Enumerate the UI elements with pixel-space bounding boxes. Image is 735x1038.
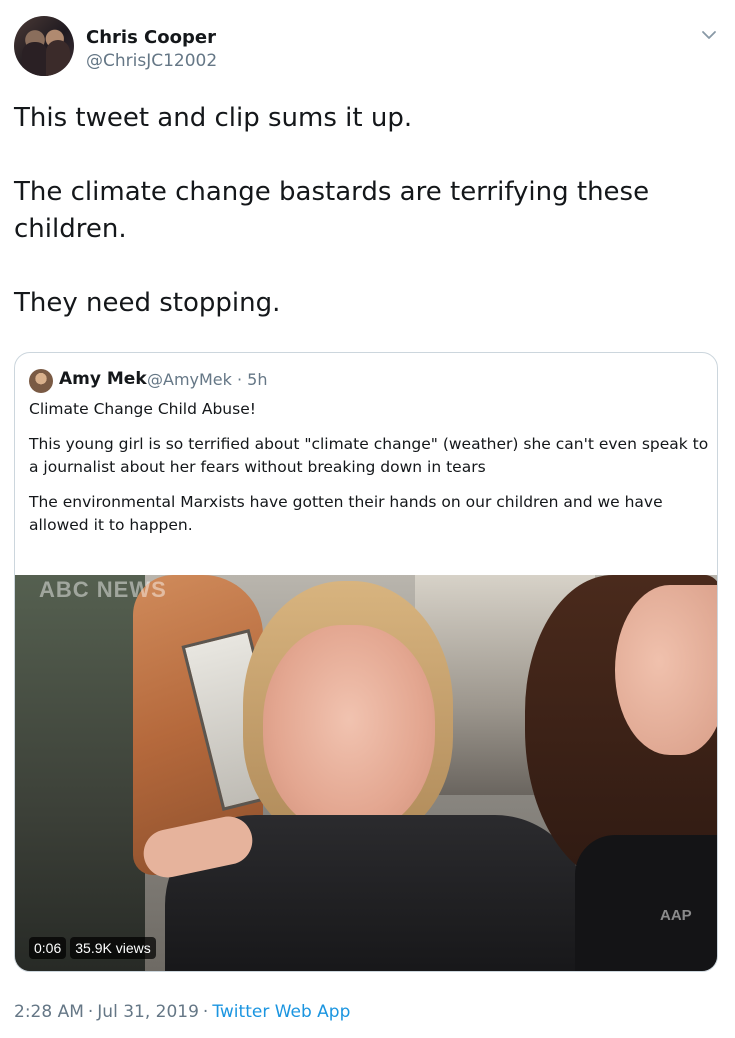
quoted-tweet-text: Climate Change Child Abuse! This young g… <box>29 398 709 537</box>
chevron-down-icon[interactable] <box>698 24 720 46</box>
avatar-figure <box>46 40 70 76</box>
quoted-tweet[interactable]: Amy Mek @AmyMek · 5h Climate Change Chil… <box>14 352 718 972</box>
avatar-figure <box>22 42 48 76</box>
quoted-text-paragraph: The environmental Marxists have gotten t… <box>29 493 663 534</box>
video-player[interactable]: ABC NEWS AAP 0:06 35.9K views <box>15 575 717 971</box>
author-handle[interactable]: @ChrisJC12002 <box>86 51 217 71</box>
video-duration-badge: 0:06 <box>29 937 67 959</box>
video-second-person-top <box>575 835 717 971</box>
video-badges: 0:06 35.9K views <box>29 937 156 959</box>
tweet-date[interactable]: Jul 31, 2019 <box>97 1002 199 1022</box>
video-subject-face <box>263 625 435 835</box>
tweet-card: Chris Cooper @ChrisJC12002 This tweet an… <box>0 0 735 1038</box>
tweet-source-link[interactable]: Twitter Web App <box>212 1002 350 1022</box>
tweet-text: This tweet and clip sums it up. The clim… <box>14 100 714 322</box>
tweet-time[interactable]: 2:28 AM <box>14 1002 84 1022</box>
tweet-text-paragraph: This tweet and clip sums it up. <box>14 103 413 133</box>
author-name[interactable]: Chris Cooper <box>86 27 216 48</box>
quoted-author-avatar[interactable] <box>29 369 53 393</box>
meta-separator: · <box>202 1002 209 1022</box>
author-avatar[interactable] <box>14 16 74 76</box>
video-second-person-face <box>615 585 717 755</box>
video-views-badge: 35.9K views <box>70 937 156 959</box>
quoted-text-paragraph: This young girl is so terrified about "c… <box>29 435 709 476</box>
tweet-text-paragraph: The climate change bastards are terrifyi… <box>14 177 650 244</box>
video-corner-logo: AAP <box>660 907 692 924</box>
tweet-text-paragraph: They need stopping. <box>14 288 281 318</box>
meta-separator: · <box>87 1002 94 1022</box>
video-watermark: ABC NEWS <box>39 577 167 602</box>
tweet-meta: 2:28 AM · Jul 31, 2019 · Twitter Web App <box>14 1002 350 1022</box>
quoted-author-handle[interactable]: @AmyMek · 5h <box>147 370 268 389</box>
quoted-text-paragraph: Climate Change Child Abuse! <box>29 400 256 418</box>
video-background <box>15 575 145 971</box>
quoted-author-name[interactable]: Amy Mek <box>59 369 147 389</box>
